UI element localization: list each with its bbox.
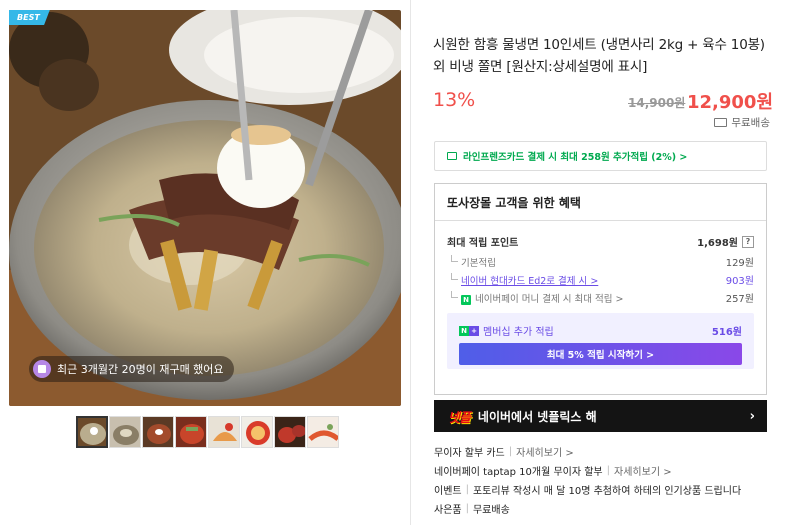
info-list: 무이자 할부 카드 | 자세히보기 > 네이버페이 taptap 10개월 무이… xyxy=(434,442,741,518)
info-row-event: 이벤트 | 포토리뷰 작성시 매 달 10명 추첨하여 하테의 인기상품 드립니… xyxy=(434,480,741,499)
details-link[interactable]: 자세히보기 > xyxy=(516,444,574,459)
repurchase-notice: 최근 3개월간 20명이 재구매 했어요 xyxy=(29,356,234,382)
divider: | xyxy=(465,484,469,495)
credit-card-icon xyxy=(447,152,457,160)
info-row-gift: 사은품 | 무료배송 xyxy=(434,499,741,518)
max-points-row: 최대 적립 포인트 1,698원 ? xyxy=(447,234,754,249)
benefit-row-basic: 기본적립 129원 xyxy=(447,254,754,269)
benefit-value: 903원 xyxy=(725,276,754,287)
main-product-image[interactable]: 최근 3개월간 20명이 재구매 했어요 xyxy=(9,10,401,406)
benefits-heading: 또사장몰 고객을 위한 혜택 xyxy=(435,184,766,221)
product-info-panel: 시원한 함흥 물냉면 10인세트 (냉면사리 2kg + 육수 10봉) 외 비… xyxy=(410,0,800,525)
divider: | xyxy=(465,503,469,514)
discount-rate: 13% xyxy=(433,89,476,111)
repurchase-text: 최근 3개월간 20명이 재구매 했어요 xyxy=(57,363,224,376)
netflix-banner[interactable]: 넷플 네이버에서 넷플릭스 해 › xyxy=(434,400,767,432)
thumbnail-strip xyxy=(76,416,339,448)
benefit-value: 129원 xyxy=(725,258,754,269)
thumbnail[interactable] xyxy=(175,416,207,448)
details-link[interactable]: 자세히보기 > xyxy=(614,463,672,478)
product-gallery: 최근 3개월간 20명이 재구매 했어요 BEST xyxy=(0,0,410,525)
info-desc: 포토리뷰 작성시 매 달 10명 추첨하여 하테의 인기상품 드립니다 xyxy=(472,486,742,497)
thumbnail[interactable] xyxy=(109,416,141,448)
netflix-text: 네이버에서 넷플릭스 해 xyxy=(477,409,597,424)
benefit-label: 기본적립 xyxy=(447,254,496,269)
benefits-box: 또사장몰 고객을 위한 혜택 최대 적립 포인트 1,698원 ? 기본적립 1… xyxy=(434,183,767,395)
start-membership-button[interactable]: 최대 5% 적립 시작하기 > xyxy=(459,343,742,365)
benefit-row-hyundai[interactable]: 네이버 현대카드 Ed2로 결제 시 > 903원 xyxy=(447,272,754,287)
info-desc: 무료배송 xyxy=(472,505,510,516)
product-title: 시원한 함흥 물냉면 10인세트 (냉면사리 2kg + 육수 10봉) 외 비… xyxy=(433,37,765,75)
membership-box: N + 멤버십 추가 적립 516원 최대 5% 적립 시작하기 > xyxy=(447,313,754,369)
max-points-label: 최대 적립 포인트 xyxy=(447,238,519,249)
divider: | xyxy=(606,465,611,476)
thumbnail[interactable] xyxy=(274,416,306,448)
benefit-value: 257원 xyxy=(725,294,754,305)
membership-label-wrap: N + 멤버십 추가 적립 xyxy=(459,323,554,338)
truck-icon xyxy=(714,118,728,127)
shopping-bag-icon xyxy=(33,360,51,378)
shipping-info: 무료배송 xyxy=(714,115,770,130)
card-promo-text: 라인프렌즈카드 결제 시 최대 258원 추가적립 (2%) > xyxy=(463,152,688,163)
sale-price: 12,900원 xyxy=(687,92,774,113)
info-label: 네이버페이 taptap 10개월 무이자 할부 xyxy=(434,467,603,478)
thumbnail[interactable] xyxy=(307,416,339,448)
info-label: 사은품 xyxy=(434,505,462,516)
thumbnail[interactable] xyxy=(76,416,108,448)
membership-label: 멤버십 추가 적립 xyxy=(483,327,554,338)
benefit-label[interactable]: 네이버페이 머니 결제 시 최대 적립 > xyxy=(475,294,623,305)
max-points-value: 1,698원 xyxy=(697,238,738,249)
card-promo-banner[interactable]: 라인프렌즈카드 결제 시 최대 258원 추가적립 (2%) > xyxy=(434,141,767,171)
benefit-npay-wrap: N 네이버페이 머니 결제 시 최대 적립 > xyxy=(447,290,623,305)
thumbnail[interactable] xyxy=(241,416,273,448)
info-label: 무이자 할부 카드 xyxy=(434,448,505,459)
thumbnail[interactable] xyxy=(208,416,240,448)
shipping-label: 무료배송 xyxy=(731,117,770,129)
benefit-label[interactable]: 네이버 현대카드 Ed2로 결제 시 > xyxy=(447,272,598,287)
netflix-logo: 넷플 xyxy=(448,410,471,426)
divider: | xyxy=(508,446,513,457)
info-label: 이벤트 xyxy=(434,486,462,497)
npay-icon: N xyxy=(461,294,471,305)
benefit-row-npay[interactable]: N 네이버페이 머니 결제 시 최대 적립 > 257원 xyxy=(447,290,754,305)
chevron-right-icon: › xyxy=(749,408,755,424)
best-badge: BEST xyxy=(9,10,50,25)
info-row-taptap: 네이버페이 taptap 10개월 무이자 할부 | 자세히보기 > xyxy=(434,461,741,480)
naver-plus-icon: N + xyxy=(459,325,479,336)
membership-value: 516원 xyxy=(711,327,742,338)
help-icon[interactable]: ? xyxy=(742,235,754,248)
thumbnail[interactable] xyxy=(142,416,174,448)
original-price: 14,900원 xyxy=(628,96,686,110)
info-row-installment: 무이자 할부 카드 | 자세히보기 > xyxy=(434,442,741,461)
